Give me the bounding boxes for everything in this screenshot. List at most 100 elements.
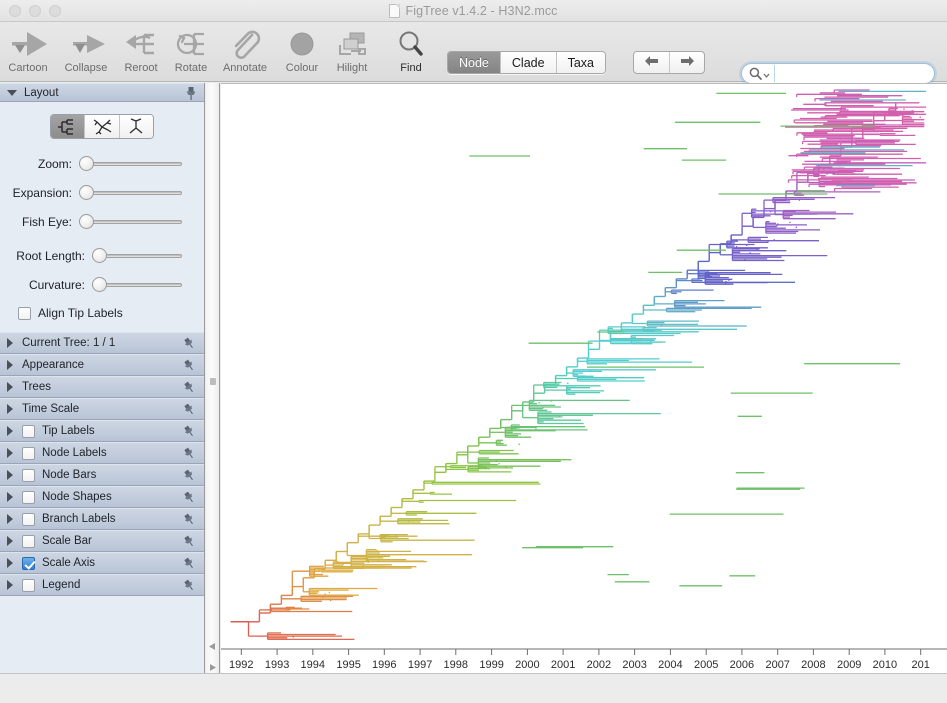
rotate-icon <box>170 27 212 61</box>
section-checkbox[interactable] <box>22 424 35 438</box>
selection-mode-clade[interactable]: Clade <box>499 52 556 73</box>
section-checkbox[interactable] <box>22 512 35 526</box>
toolbar-button-collapse[interactable]: Collapse <box>58 27 114 74</box>
pin-icon[interactable] <box>183 469 196 485</box>
pin-icon[interactable] <box>183 491 196 507</box>
chevron-right-icon[interactable] <box>7 448 13 458</box>
tree-canvas[interactable]: 1992 1993 1994 1995 1996 1997 1998 1999 2000 2001… <box>221 83 947 673</box>
toolbar-button-find[interactable]: Find <box>383 27 439 74</box>
chevron-right-icon[interactable] <box>7 360 13 370</box>
triangle-left-icon[interactable] <box>208 638 217 656</box>
search-box[interactable] <box>741 63 935 84</box>
chevron-down-icon[interactable] <box>7 89 17 96</box>
chevron-right-icon[interactable] <box>7 382 13 392</box>
splitter-grip[interactable] <box>210 378 216 385</box>
pin-icon[interactable] <box>183 381 196 397</box>
chevron-right-icon[interactable] <box>7 470 13 480</box>
layout-mode-polar[interactable] <box>84 115 119 138</box>
sidebar-section-branch-labels[interactable]: Branch Labels <box>0 508 204 530</box>
chevron-right-icon[interactable] <box>7 536 13 546</box>
toolbar-button-cartoon[interactable]: Cartoon <box>0 27 56 74</box>
section-checkbox[interactable] <box>22 556 35 570</box>
section-checkbox[interactable] <box>22 446 35 460</box>
selection-mode-group[interactable]: Node Clade Taxa <box>447 51 606 74</box>
sidebar-section-tip-labels[interactable]: Tip Labels <box>0 420 204 442</box>
slider-fisheye[interactable] <box>79 209 182 234</box>
sidebar-section-time-scale[interactable]: Time Scale <box>0 398 204 420</box>
toolbar-button-colour[interactable]: Colour <box>274 27 330 74</box>
sidebar-splitter[interactable] <box>206 83 220 703</box>
chevron-right-icon[interactable] <box>7 514 13 524</box>
chevron-right-icon[interactable] <box>7 338 13 348</box>
pin-icon[interactable] <box>183 447 196 463</box>
section-checkbox[interactable] <box>22 578 35 592</box>
search-icon[interactable] <box>749 67 770 80</box>
prev-button[interactable] <box>634 52 669 73</box>
close-button[interactable] <box>9 4 21 17</box>
chevron-right-icon[interactable] <box>7 558 13 568</box>
chevron-right-icon[interactable] <box>7 426 13 436</box>
slider-curvature[interactable] <box>92 272 182 297</box>
slider-knob-expansion[interactable] <box>79 185 94 200</box>
sidebar-section-current-tree-1-1[interactable]: Current Tree: 1 / 1 <box>0 332 204 354</box>
pin-icon[interactable] <box>183 425 196 441</box>
window-controls[interactable] <box>0 4 61 17</box>
chevron-right-icon[interactable] <box>7 404 13 414</box>
zoom-button[interactable] <box>49 4 61 17</box>
selection-mode-node[interactable]: Node <box>448 52 500 73</box>
splitter-collapse-arrows[interactable] <box>208 638 217 677</box>
sidebar-section-trees[interactable]: Trees <box>0 376 204 398</box>
phylogenetic-tree[interactable]: 1992 1993 1994 1995 1996 1997 1998 1999 2000 2001… <box>221 84 947 673</box>
chevron-right-icon[interactable] <box>7 492 13 502</box>
pin-icon[interactable] <box>183 557 196 573</box>
sidebar-section-scale-bar[interactable]: Scale Bar <box>0 530 204 552</box>
layout-mode-rectangular[interactable] <box>51 115 85 138</box>
slider-root-length[interactable] <box>92 243 182 268</box>
slider-knob-root-length[interactable] <box>92 248 107 263</box>
pin-icon[interactable] <box>183 579 196 595</box>
slider-knob-curvature[interactable] <box>92 277 107 292</box>
sidebar-section-node-labels[interactable]: Node Labels <box>0 442 204 464</box>
prev-next-group[interactable] <box>633 51 705 74</box>
pin-icon[interactable] <box>183 337 196 353</box>
slider-zoom[interactable] <box>79 151 182 176</box>
pin-icon[interactable] <box>185 86 197 104</box>
minimize-button[interactable] <box>29 4 41 17</box>
toolbar-button-reroot[interactable]: Reroot <box>113 27 169 74</box>
slider-knob-fisheye[interactable] <box>79 214 94 229</box>
pin-icon[interactable] <box>183 359 196 375</box>
title-bar: FigTree v1.4.2 - H3N2.mcc <box>0 0 947 22</box>
panel-header-layout[interactable]: Layout <box>0 83 204 102</box>
slider-expansion[interactable] <box>79 180 182 205</box>
section-checkbox[interactable] <box>22 490 35 504</box>
layout-mode-group[interactable] <box>0 114 204 139</box>
toolbar-button-hilight[interactable]: Hilight <box>324 27 380 74</box>
chevron-right-icon[interactable] <box>7 580 13 590</box>
sidebar-section-node-shapes[interactable]: Node Shapes <box>0 486 204 508</box>
section-label: Node Bars <box>42 469 97 481</box>
search-input[interactable] <box>774 65 935 82</box>
sidebar-section-scale-axis[interactable]: Scale Axis <box>0 552 204 574</box>
svg-text:201: 201 <box>912 659 930 671</box>
toolbar-button-annotate[interactable]: Annotate <box>217 27 273 74</box>
svg-text:1999: 1999 <box>479 659 503 671</box>
pin-icon[interactable] <box>183 535 196 551</box>
sidebar-section-legend[interactable]: Legend <box>0 574 204 596</box>
layout-mode-radial[interactable] <box>118 115 153 138</box>
collapse-icon <box>65 27 107 61</box>
section-checkbox[interactable] <box>22 468 35 482</box>
toolbar-button-rotate[interactable]: Rotate <box>163 27 219 74</box>
next-button[interactable] <box>669 52 704 73</box>
pin-icon[interactable] <box>183 513 196 529</box>
section-checkbox[interactable] <box>22 534 35 548</box>
align-tip-labels-row[interactable]: Align Tip Labels <box>18 306 204 320</box>
pin-icon[interactable] <box>183 403 196 419</box>
slider-knob-zoom[interactable] <box>79 156 94 171</box>
align-tip-labels-checkbox[interactable] <box>18 306 31 320</box>
selection-mode-taxa[interactable]: Taxa <box>555 52 605 73</box>
sidebar-section-appearance[interactable]: Appearance <box>0 354 204 376</box>
svg-text:2004: 2004 <box>658 659 682 671</box>
sidebar-section-node-bars[interactable]: Node Bars <box>0 464 204 486</box>
toolbar-label-reroot: Reroot <box>124 62 158 74</box>
panel-title-layout: Layout <box>24 86 59 99</box>
